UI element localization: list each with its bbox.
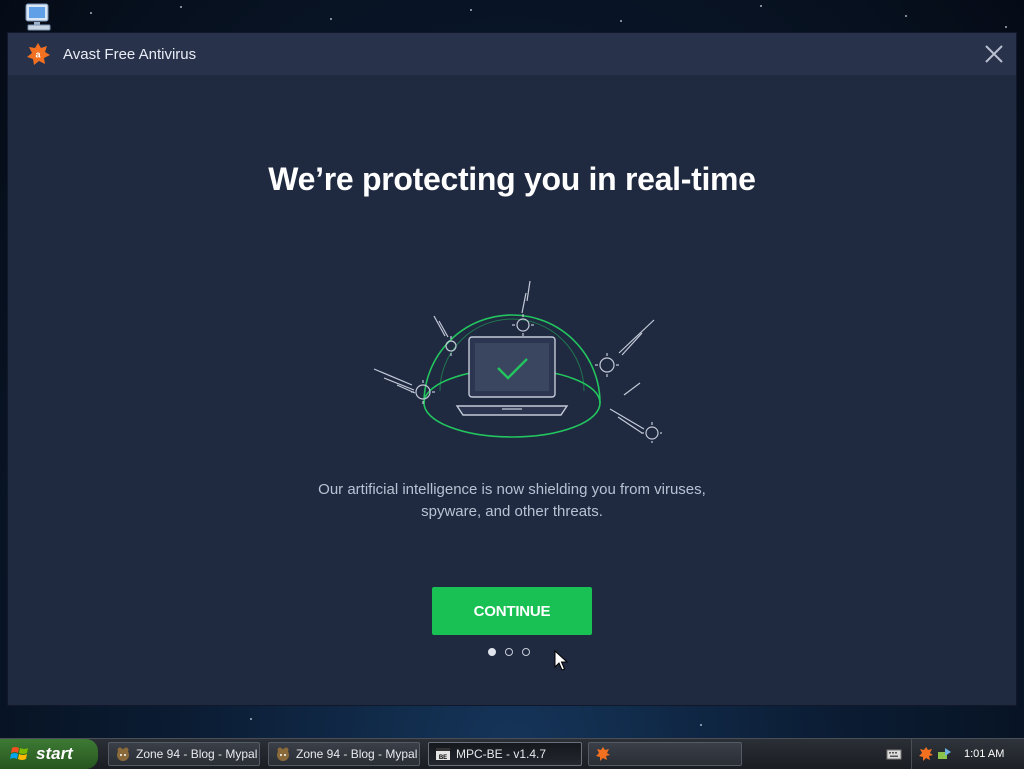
page-dot-2[interactable] [505,648,513,656]
window-title: Avast Free Antivirus [63,45,197,63]
taskbar-item-mpc-be[interactable]: BE MPC-BE - v1.4.7 [428,742,582,766]
description-line-1: Our artificial intelligence is now shiel… [318,481,706,498]
safely-remove-hardware-icon[interactable] [936,746,952,762]
mouse-cursor-icon [554,650,568,671]
my-computer-icon[interactable] [22,2,56,32]
avast-window: a Avast Free Antivirus We’re protecting … [8,33,1016,705]
start-button[interactable]: start [0,739,98,769]
page-dot-3[interactable] [522,648,530,656]
svg-text:BE: BE [439,755,447,761]
taskbar-item-label: MPC-BE - v1.4.7 [456,747,547,761]
mpc-be-icon: BE [436,748,450,761]
avast-logo-icon: a [27,43,50,65]
shield-dome-laptop-illustration [373,280,662,443]
taskbar-item-mypal-1[interactable]: Zone 94 - Blog - Mypal [108,742,260,766]
description-text: Our artificial intelligence is now shiel… [262,479,762,523]
page-indicator [488,648,530,656]
clock[interactable]: 1:01 AM [964,748,1004,760]
avast-icon [596,747,610,761]
taskbar-item-mypal-2[interactable]: Zone 94 - Blog - Mypal [268,742,420,766]
start-label: start [36,744,73,763]
continue-button[interactable]: CONTINUE [432,587,592,635]
mypal-icon [117,747,129,761]
page-headline: We’re protecting you in real-time [268,161,756,197]
taskbar-item-avast[interactable] [588,742,742,766]
page-dot-1[interactable] [488,648,496,656]
keyboard-icon[interactable] [886,747,902,761]
mypal-icon [277,747,289,761]
system-tray: 1:01 AM [911,739,1024,769]
close-button[interactable] [982,42,1006,66]
taskbar-item-label: Zone 94 - Blog - Mypal [296,747,418,761]
taskbar: start Zone 94 - Blog - Mypal Zone 94 - B… [0,738,1024,769]
windows-flag-icon [10,747,28,760]
title-bar: a Avast Free Antivirus [8,33,1016,75]
description-line-2: spyware, and other threats. [421,503,603,520]
avast-tray-icon[interactable] [918,746,934,762]
taskbar-item-label: Zone 94 - Blog - Mypal [136,747,258,761]
